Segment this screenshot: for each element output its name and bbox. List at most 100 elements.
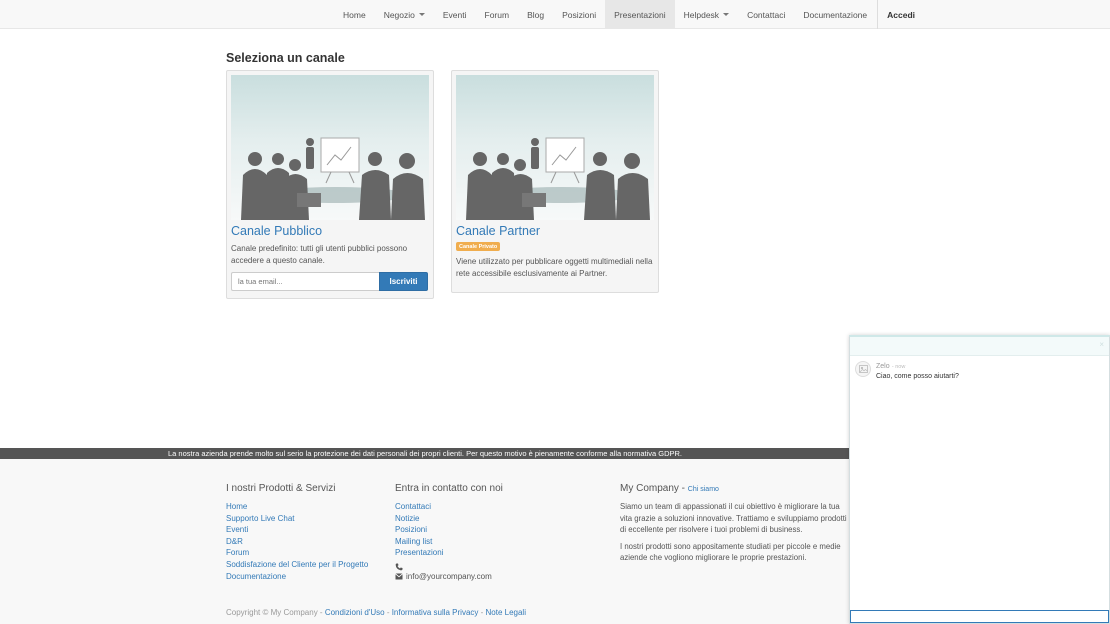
nav-label: Contattaci bbox=[747, 9, 786, 20]
company-description: Siamo un team di appassionati il cui obi… bbox=[620, 502, 847, 534]
footer-link[interactable]: Documentazione bbox=[226, 571, 386, 583]
nav-item-presentazioni[interactable]: Presentazioni bbox=[605, 0, 675, 29]
footer-link[interactable]: Posizioni bbox=[395, 524, 595, 536]
privacy-link[interactable]: Informativa sulla Privacy bbox=[392, 608, 479, 617]
page-title: Seleziona un canale bbox=[226, 51, 345, 65]
close-icon[interactable]: × bbox=[1099, 340, 1104, 349]
chat-time: now bbox=[895, 364, 906, 370]
footer-link[interactable]: D&R bbox=[226, 536, 386, 548]
caret-down-icon bbox=[723, 13, 730, 16]
footer-link[interactable]: Forum bbox=[226, 547, 386, 559]
footer-heading: My Company - Chi siamo bbox=[620, 483, 719, 494]
company-products-text: I nostri prodotti sono appositamente stu… bbox=[620, 541, 841, 563]
nav-label: Presentazioni bbox=[614, 9, 666, 20]
nav-item-documentazione[interactable]: Documentazione bbox=[794, 0, 876, 29]
nav-label: Negozio bbox=[383, 9, 415, 20]
email-input[interactable] bbox=[231, 272, 379, 291]
footer-contact-links: Contattaci Notizie Posizioni Mailing lis… bbox=[395, 501, 595, 559]
footer: I nostri Prodotti & Servizi Home Support… bbox=[0, 459, 850, 624]
nav-item-helpdesk[interactable]: Helpdesk bbox=[675, 0, 738, 29]
envelope-icon bbox=[395, 573, 403, 580]
footer-link-text[interactable]: Supporto Live Chat bbox=[226, 514, 295, 523]
terms-link[interactable]: Condizioni d'Uso bbox=[325, 608, 385, 617]
channel-description: Viene utilizzato per pubblicare oggetti … bbox=[456, 257, 653, 278]
footer-link-text[interactable]: Soddisfazione del Cliente per il Progett… bbox=[226, 560, 368, 569]
nav-item-blog[interactable]: Blog bbox=[518, 0, 553, 29]
chat-input[interactable] bbox=[850, 610, 1109, 623]
login-label: Accedi bbox=[887, 9, 916, 20]
about-link[interactable]: Chi siamo bbox=[688, 486, 719, 493]
meeting-silhouette-image bbox=[466, 137, 650, 220]
legal-notes-link[interactable]: Note Legali bbox=[486, 608, 526, 617]
login-link[interactable]: Accedi bbox=[878, 0, 924, 29]
footer-link-text[interactable]: Documentazione bbox=[226, 572, 286, 581]
avatar bbox=[855, 361, 871, 377]
subscribe-form: Iscriviti bbox=[231, 272, 429, 291]
footer-products-links: Home Supporto Live Chat Eventi D&R Forum… bbox=[226, 501, 386, 582]
footer-link-text[interactable]: Posizioni bbox=[395, 525, 427, 534]
footer-link-text[interactable]: Forum bbox=[226, 548, 249, 557]
nav-label: Eventi bbox=[442, 9, 467, 20]
footer-heading: Entra in contatto con noi bbox=[395, 483, 503, 494]
meeting-silhouette-image bbox=[241, 137, 425, 220]
nav-label: Blog bbox=[527, 9, 545, 20]
user-avatar-icon bbox=[858, 365, 868, 373]
chat-message: Zelo - now Ciao, come posso aiutarti? bbox=[855, 361, 959, 380]
copyright-bar: Copyright © My Company - Condizioni d'Us… bbox=[226, 608, 526, 617]
company-name: My Company bbox=[620, 483, 679, 494]
channel-description: Canale predefinito: tutti gli utenti pub… bbox=[231, 244, 408, 265]
footer-link[interactable]: Mailing list bbox=[395, 536, 595, 548]
nav-item-contattaci[interactable]: Contattaci bbox=[738, 0, 794, 29]
footer-contact-column: Entra in contatto con noi Contattaci Not… bbox=[395, 483, 595, 582]
copyright-text: Copyright © My Company bbox=[226, 608, 318, 617]
footer-link[interactable]: Eventi bbox=[226, 524, 386, 536]
nav-label: Documentazione bbox=[803, 9, 868, 20]
nav-label: Home bbox=[343, 9, 366, 20]
nav-label: Forum bbox=[484, 9, 510, 20]
chat-header[interactable]: × bbox=[850, 337, 1109, 356]
footer-company-column: My Company - Chi siamo Siamo un team di … bbox=[620, 483, 852, 569]
footer-link[interactable]: Soddisfazione del Cliente per il Progett… bbox=[226, 559, 386, 571]
caret-down-icon bbox=[418, 13, 425, 16]
footer-link-text[interactable]: Presentazioni bbox=[395, 548, 443, 557]
livechat-window: × Zelo - now Ciao, come posso aiutarti? bbox=[849, 335, 1110, 624]
contact-email[interactable]: info@yourcompany.com bbox=[406, 571, 492, 583]
footer-link-text[interactable]: Contattaci bbox=[395, 502, 431, 511]
footer-link[interactable]: Supporto Live Chat bbox=[226, 513, 386, 525]
channel-title[interactable]: Canale Partner bbox=[456, 224, 654, 238]
footer-link-text[interactable]: Notizie bbox=[395, 514, 419, 523]
chat-message-text: Ciao, come posso aiutarti? bbox=[876, 373, 959, 380]
gdpr-notice-bar: La nostra azienda prende molto sul serio… bbox=[0, 448, 850, 459]
main-menu: Home Negozio Eventi Forum Blog Posizioni… bbox=[334, 0, 924, 29]
nav-item-eventi[interactable]: Eventi bbox=[434, 0, 476, 29]
chat-meta: Zelo - now bbox=[876, 361, 959, 370]
subscribe-button[interactable]: Iscriviti bbox=[379, 272, 428, 291]
footer-link-text[interactable]: Mailing list bbox=[395, 537, 432, 546]
footer-link[interactable]: Home bbox=[226, 501, 386, 513]
nav-item-negozio[interactable]: Negozio bbox=[375, 0, 434, 29]
footer-products-column: I nostri Prodotti & Servizi Home Support… bbox=[226, 483, 386, 582]
nav-label: Helpdesk bbox=[683, 9, 720, 20]
footer-link[interactable]: Presentazioni bbox=[395, 547, 595, 559]
footer-link[interactable]: Contattaci bbox=[395, 501, 595, 513]
channel-title[interactable]: Canale Pubblico bbox=[231, 224, 429, 238]
nav-item-posizioni[interactable]: Posizioni bbox=[553, 0, 605, 29]
phone-line bbox=[395, 563, 595, 571]
email-line: info@yourcompany.com bbox=[395, 571, 595, 583]
presentation-thumbnail[interactable] bbox=[456, 75, 654, 220]
presentation-thumbnail[interactable] bbox=[231, 75, 429, 220]
nav-label: Posizioni bbox=[562, 9, 597, 20]
footer-link-text[interactable]: D&R bbox=[226, 537, 243, 546]
footer-link[interactable]: Notizie bbox=[395, 513, 595, 525]
nav-item-home[interactable]: Home bbox=[334, 0, 375, 29]
footer-heading: I nostri Prodotti & Servizi bbox=[226, 483, 336, 494]
private-badge: Canale Privato bbox=[456, 242, 501, 251]
channel-card-partner: Canale Partner Canale Privato Viene util… bbox=[451, 70, 659, 293]
chat-message-body: Zelo - now Ciao, come posso aiutarti? bbox=[876, 361, 959, 380]
chat-author: Zelo bbox=[876, 363, 890, 370]
channel-card-public: Canale Pubblico Canale predefinito: tutt… bbox=[226, 70, 434, 299]
footer-link-text[interactable]: Home bbox=[226, 502, 247, 511]
nav-item-forum[interactable]: Forum bbox=[476, 0, 519, 29]
phone-icon bbox=[395, 563, 403, 571]
footer-link-text[interactable]: Eventi bbox=[226, 525, 248, 534]
